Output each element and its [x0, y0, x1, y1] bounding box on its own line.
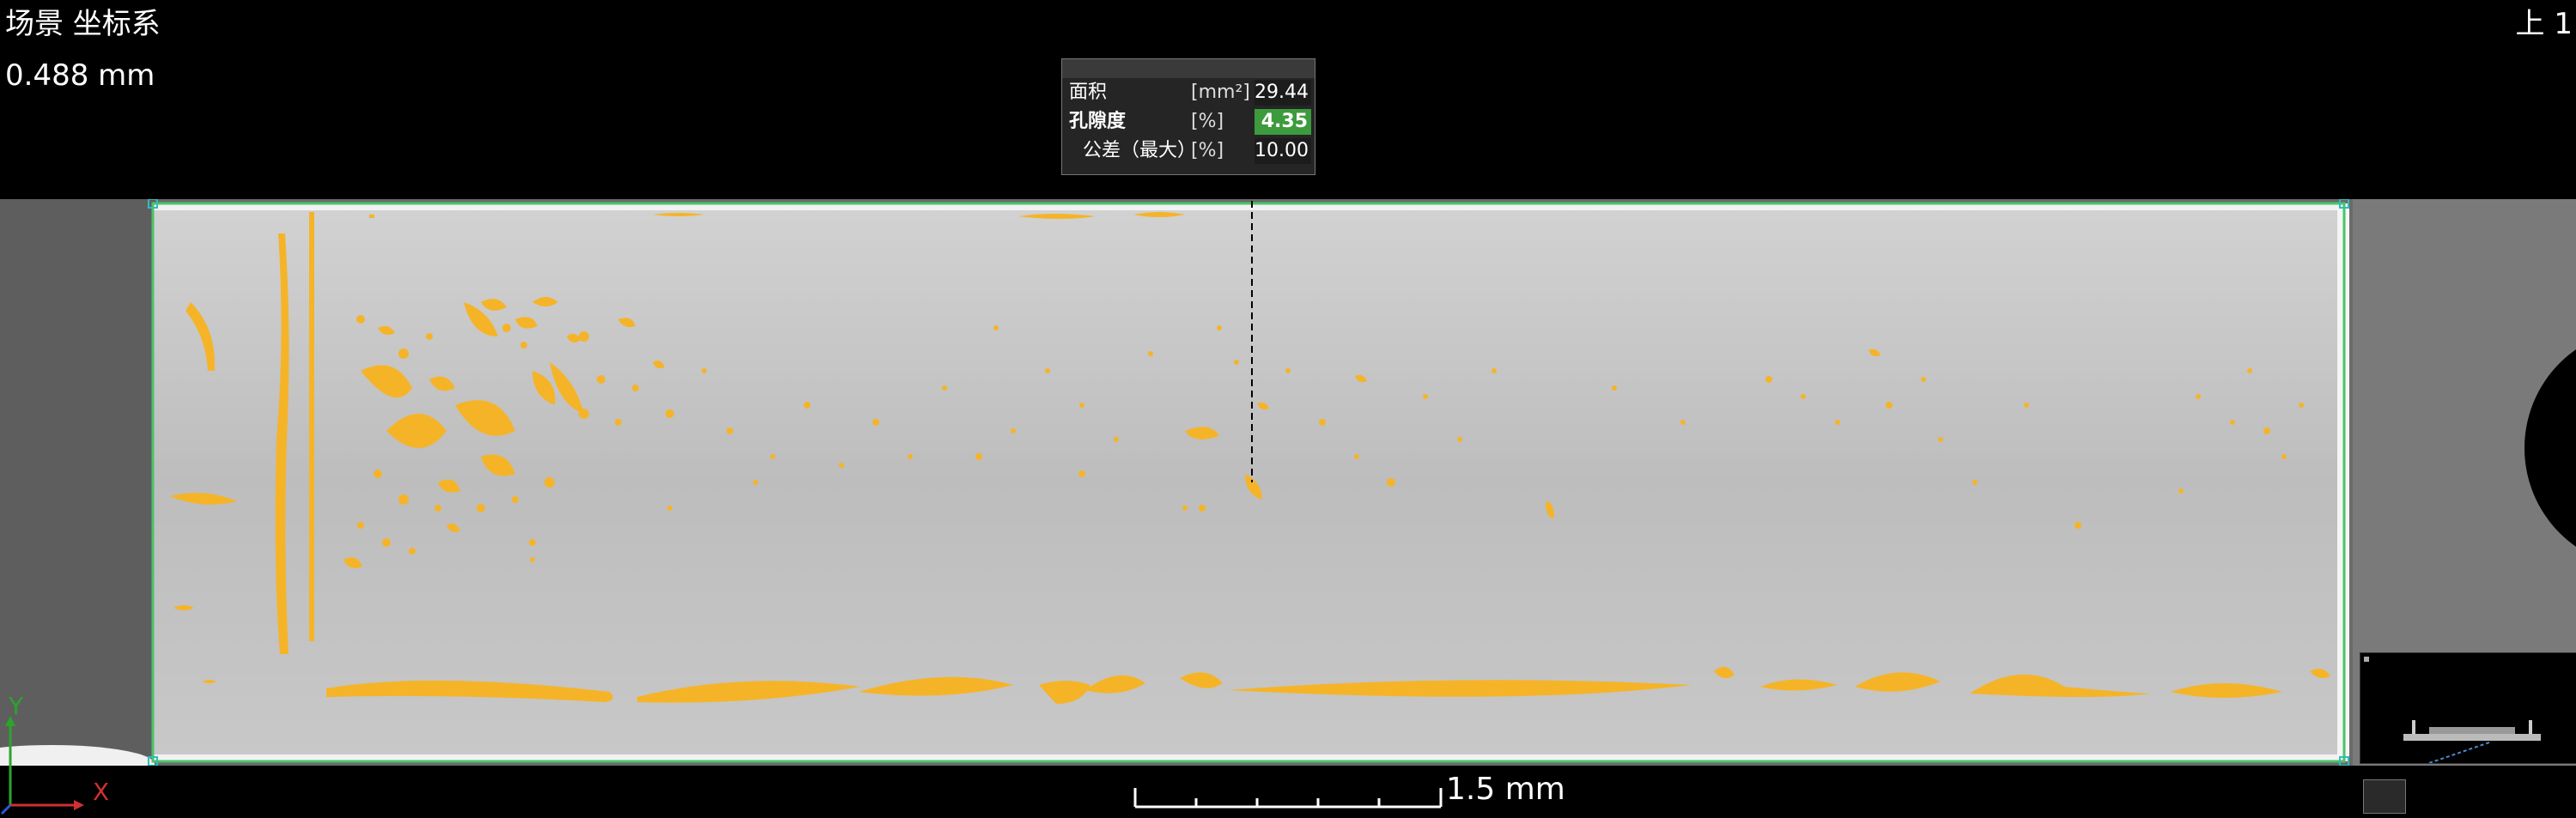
annotation-row-tolerance: 公差（最大） [%] 10.00: [1062, 136, 1315, 166]
voxel-size-readout: 0.488 mm: [5, 58, 155, 93]
tolerance-value: 10.00: [1255, 138, 1311, 164]
ct-slice-view[interactable]: [0, 199, 2576, 766]
overview-navigator[interactable]: [2360, 652, 2576, 764]
area-label: 面积: [1069, 82, 1108, 103]
annotation-row-porosity: 孔隙度 [%] 4.35: [1062, 107, 1315, 136]
porosity-unit: [%]: [1191, 111, 1224, 132]
axis-y-label: Y: [9, 692, 24, 720]
area-value: 29.44: [1255, 80, 1311, 106]
viewport-title: 场景 坐标系: [5, 7, 161, 41]
annotation-row-area: 面积 [mm²] 29.44: [1062, 78, 1315, 107]
porosity-label: 孔隙度: [1069, 111, 1127, 132]
annotation-header[interactable]: [1062, 59, 1315, 78]
axis-x-label: X: [93, 778, 110, 806]
scale-bar-label: 1.5 mm: [1446, 772, 1565, 807]
tolerance-label: 公差（最大）: [1083, 140, 1197, 161]
tolerance-unit: [%]: [1191, 140, 1224, 161]
porosity-annotation[interactable]: 面积 [mm²] 29.44 孔隙度 [%] 4.35 公差（最大） [%] 1…: [1061, 58, 1315, 175]
porosity-value: 4.35: [1255, 109, 1311, 135]
scale-bar: [1133, 776, 1443, 810]
area-unit: [mm²]: [1191, 82, 1250, 103]
view-direction-label[interactable]: 上 1: [2516, 7, 2573, 41]
navigator-toggle-button[interactable]: [2363, 779, 2406, 814]
